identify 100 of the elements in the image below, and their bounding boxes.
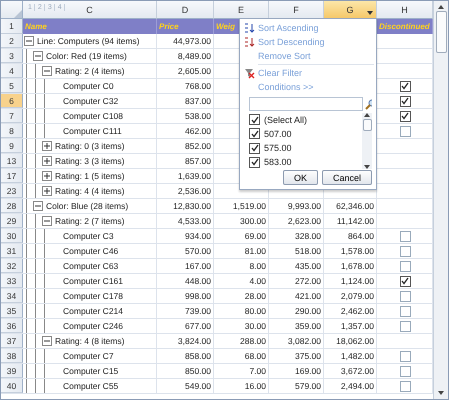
table-cell-text: 4.00 [248, 275, 267, 288]
table-cell-text: 1,578.00 [340, 245, 375, 258]
row-number[interactable]: 40 [1, 379, 23, 393]
table-cell: Computer C178 [63, 291, 124, 301]
filter-value-label: 583.00 [264, 157, 292, 168]
table-cell-text: 80.00 [244, 305, 267, 318]
table-cell-text: 1,482.00 [340, 350, 375, 363]
table-cell-text: 30.00 [244, 320, 267, 333]
table-cell-text: 421.00 [294, 290, 322, 303]
table-cell-text: 1,357.00 [340, 320, 375, 333]
table-cell: Computer C0 [63, 81, 114, 91]
row-number[interactable]: 2 [1, 34, 23, 48]
table-cell: Computer C32 [63, 96, 118, 106]
row-number[interactable]: 33 [1, 274, 23, 288]
table-cell-text: 300.00 [239, 215, 267, 228]
row-number[interactable]: 29 [1, 214, 23, 228]
table-cell-text: 62,346.00 [335, 200, 375, 213]
table-cell-text: 677.00 [184, 320, 212, 333]
table-cell-text: 69.00 [244, 230, 267, 243]
table-cell-text: 375.00 [294, 350, 322, 363]
table-cell-text: 852.00 [184, 140, 212, 153]
table-cell: Computer C7 [63, 351, 114, 361]
table-cell: Color: Blue (28 items) [46, 201, 128, 211]
table-cell-text: 81.00 [244, 245, 267, 258]
row-number[interactable]: 6 [1, 94, 23, 108]
row-number[interactable]: 13 [1, 154, 23, 168]
table-cell-text: 435.00 [294, 260, 322, 273]
table-cell-text: 12,830.00 [172, 200, 212, 213]
row-number[interactable]: 5 [1, 79, 23, 93]
row-number[interactable]: 17 [1, 169, 23, 183]
table-cell: Line: Computers (94 items) [37, 36, 140, 46]
row-number[interactable]: 39 [1, 364, 23, 378]
table-cell-text: 837.00 [184, 95, 212, 108]
table-cell: Computer C15 [63, 366, 118, 376]
row-number[interactable]: 35 [1, 304, 23, 318]
table-cell-text: 4,533.00 [176, 215, 212, 228]
table-cell-text: 288.00 [239, 335, 267, 348]
table-cell-text: 448.00 [184, 275, 212, 288]
row-number[interactable]: 38 [1, 349, 23, 363]
table-cell-text: 857.00 [184, 155, 212, 168]
table-cell-text: 16.00 [244, 380, 267, 393]
table-cell: Computer C3 [63, 231, 114, 241]
table-cell: Rating: 0 (3 items) [55, 141, 124, 151]
row-number[interactable]: 1 [1, 19, 23, 34]
table-cell-text: 3,082.00 [286, 335, 322, 348]
table-cell: Rating: 4 (4 items) [55, 186, 124, 196]
row-number[interactable]: 8 [1, 124, 23, 138]
table-cell-text: 290.00 [294, 305, 322, 318]
table-cell: Computer C55 [63, 381, 118, 391]
row-number[interactable]: 37 [1, 334, 23, 348]
filter-value-label: (Select All) [264, 114, 308, 125]
row-number[interactable]: 31 [1, 244, 23, 258]
table-cell-text: 1,519.00 [232, 200, 267, 213]
cancel-button[interactable]: Cancel [322, 170, 372, 185]
row-number[interactable]: 23 [1, 184, 23, 198]
table-cell-text: 11,142.00 [336, 215, 375, 228]
table-cell-text: 3,672.00 [340, 365, 375, 378]
row-number[interactable]: 36 [1, 319, 23, 333]
table-cell-text: 68.00 [244, 350, 267, 363]
row-number[interactable]: 32 [1, 259, 23, 273]
table-cell-text: 518.00 [294, 245, 322, 258]
table-cell-text: 549.00 [184, 380, 212, 393]
table-cell: Rating: 1 (5 items) [55, 171, 124, 181]
row-number[interactable]: 4 [1, 64, 23, 78]
table-cell-text: 2,462.00 [340, 305, 375, 318]
table-cell: Computer C63 [63, 261, 118, 271]
row-number[interactable]: 7 [1, 109, 23, 123]
table-cell-text: 44,973.00 [172, 35, 212, 48]
table-cell-text: 538.00 [184, 110, 212, 123]
table-cell: Computer C214 [63, 306, 124, 316]
table-cell: Rating: 2 (7 items) [55, 216, 124, 226]
table-cell-text: 359.00 [294, 320, 322, 333]
column-header[interactable]: G [324, 1, 377, 19]
table-cell-text: 167.00 [184, 260, 212, 273]
table-cell-text: 28.00 [244, 290, 267, 303]
filter-value-label: 575.00 [264, 143, 292, 154]
table-cell: Computer C161 [63, 276, 124, 286]
table-cell: Computer C246 [63, 321, 124, 331]
table-cell-text: 1,124.00 [340, 275, 375, 288]
table-cell-text: 462.00 [184, 125, 212, 138]
row-number[interactable]: 28 [1, 199, 23, 213]
table-cell-text: 2,536.00 [176, 185, 212, 198]
table-cell-text: 328.00 [294, 230, 322, 243]
table-cell-text: 864.00 [347, 230, 375, 243]
table-cell-text: 8,489.00 [176, 50, 212, 63]
table-cell: Color: Red (19 items) [46, 51, 127, 61]
table-cell-text: 739.00 [184, 305, 212, 318]
table-cell-text: 8.00 [248, 260, 267, 273]
table-cell-text: 1,639.00 [176, 170, 212, 183]
table-cell: Rating: 3 (3 items) [55, 156, 124, 166]
table-cell-text: 579.00 [294, 380, 322, 393]
table-cell-text: 934.00 [184, 230, 212, 243]
row-number[interactable]: 30 [1, 229, 23, 243]
table-cell-text: 858.00 [184, 350, 212, 363]
row-number[interactable]: 34 [1, 289, 23, 303]
table-cell: Computer C111 [63, 126, 122, 136]
row-number[interactable]: 3 [1, 49, 23, 63]
ok-button[interactable]: OK [282, 170, 318, 185]
table-cell-text: 850.00 [184, 365, 212, 378]
row-number[interactable]: 9 [1, 139, 23, 153]
